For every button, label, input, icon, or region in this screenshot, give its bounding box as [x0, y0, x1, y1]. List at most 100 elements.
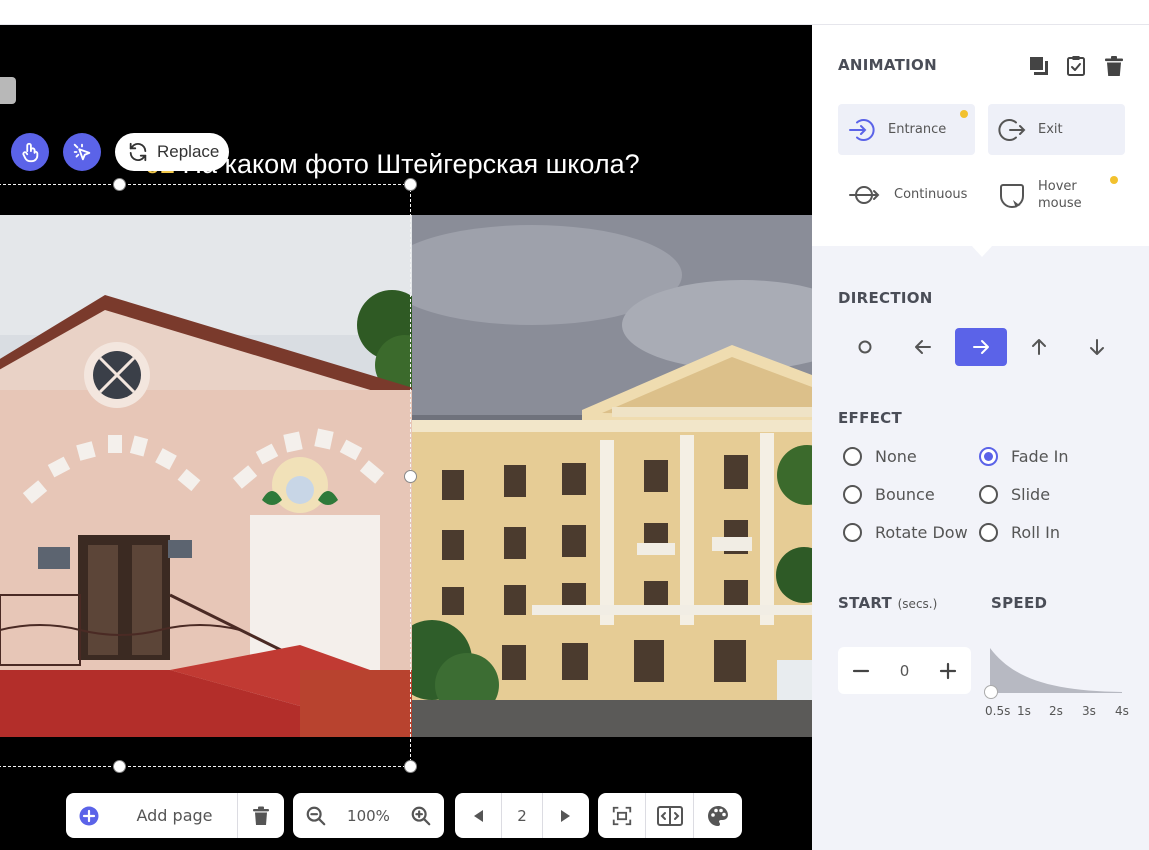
start-value[interactable]: 0 [900, 662, 910, 680]
question-text: На каком фото Штейгерская школа? [175, 149, 640, 179]
entrance-icon [849, 118, 875, 141]
photo-right-technical-school[interactable] [412, 215, 812, 737]
zoom-out-icon [306, 806, 326, 825]
zoom-in-icon [411, 806, 431, 825]
next-page-button[interactable] [543, 793, 589, 838]
animation-type-entrance[interactable]: Entrance [838, 104, 975, 155]
add-page-button[interactable] [66, 793, 112, 838]
clipboard-check-icon[interactable] [1065, 55, 1087, 77]
animation-heading: ANIMATION [838, 56, 937, 74]
resize-handle-right[interactable] [404, 470, 417, 483]
speed-tick: 0.5s [985, 704, 1011, 718]
pointer-interaction-button[interactable] [63, 133, 101, 171]
minus-icon[interactable] [852, 662, 870, 680]
effect-label: None [875, 447, 917, 466]
effect-label: Roll In [1011, 523, 1061, 542]
entrance-active-badge [960, 110, 968, 118]
plus-icon[interactable] [939, 662, 957, 680]
replace-label: Replace [157, 142, 220, 161]
triangle-left-icon [474, 809, 483, 822]
zoom-in-button[interactable] [398, 793, 444, 838]
effect-label: Bounce [875, 485, 935, 504]
arrow-right-icon [973, 340, 989, 354]
effect-option-bounce[interactable]: Bounce [843, 485, 935, 504]
speed-tick: 3s [1082, 704, 1096, 718]
fit-screen-icon [612, 806, 631, 825]
plus-circle-icon [79, 806, 99, 825]
resize-handle-top-right[interactable] [404, 178, 417, 191]
resize-handle-bottom[interactable] [113, 760, 126, 773]
zoom-level[interactable]: 100% [339, 793, 398, 838]
slide-canvas[interactable]: 02 На каком фото Штейгерская школа? [0, 25, 812, 850]
fit-screen-button[interactable] [598, 793, 645, 838]
delete-page-button[interactable] [238, 793, 284, 838]
radio-slide[interactable] [979, 485, 998, 504]
direction-up-button[interactable] [1013, 328, 1065, 366]
touch-interaction-button[interactable] [11, 133, 49, 171]
speed-tick: 1s [1017, 704, 1031, 718]
arrow-down-icon [1090, 339, 1104, 355]
animation-type-continuous[interactable]: Continuous [838, 169, 975, 220]
zoom-toolbar: 100% [293, 793, 444, 838]
start-heading: START (secs.) [838, 594, 937, 612]
hover-mouse-badge [1110, 176, 1118, 184]
prev-page-button[interactable] [455, 793, 501, 838]
animation-type-exit[interactable]: Exit [988, 104, 1125, 155]
resize-handle-top[interactable] [113, 178, 126, 191]
continuous-icon [849, 185, 880, 204]
direction-heading: DIRECTION [838, 289, 933, 307]
code-view-button[interactable] [646, 793, 693, 838]
effect-option-rotate-down[interactable]: Rotate Down [843, 523, 969, 542]
element-tab[interactable] [0, 77, 16, 104]
view-toolbar [598, 793, 742, 838]
direction-down-button[interactable] [1071, 328, 1123, 366]
resize-handle-bottom-right[interactable] [404, 760, 417, 773]
circle-icon [858, 340, 872, 354]
radio-roll-in[interactable] [979, 523, 998, 542]
speed-slider[interactable] [984, 645, 1134, 745]
radio-rotate-down[interactable] [843, 523, 862, 542]
effect-label: Rotate Down [875, 523, 969, 542]
speed-tick: 2s [1049, 704, 1063, 718]
exit-label: Exit [1038, 122, 1063, 137]
add-page-label: Add page [136, 806, 213, 825]
effect-option-slide[interactable]: Slide [979, 485, 1050, 504]
cursor-click-icon [73, 143, 91, 161]
speed-tick: 4s [1115, 704, 1129, 718]
duplicate-icon[interactable] [1028, 55, 1050, 77]
trash-icon[interactable] [1103, 55, 1125, 77]
replace-image-button[interactable]: Replace [115, 133, 229, 171]
panel-notch [970, 244, 994, 257]
start-label: START [838, 594, 893, 612]
effect-label: Slide [1011, 485, 1051, 504]
direction-left-button[interactable] [897, 328, 949, 366]
start-unit: (secs.) [897, 597, 938, 611]
current-page-number[interactable]: 2 [502, 793, 542, 838]
photo-left-museum[interactable] [0, 215, 412, 737]
animation-panel: ANIMATION Entrance Exit Continuous Hover… [812, 25, 1149, 850]
refresh-icon [129, 142, 147, 162]
radio-none[interactable] [843, 447, 862, 466]
hand-tap-icon [22, 142, 39, 163]
speed-slider-thumb[interactable] [984, 685, 998, 699]
zoom-out-button[interactable] [293, 793, 339, 838]
effect-option-roll-in[interactable]: Roll In [979, 523, 1060, 542]
effect-option-none[interactable]: None [843, 447, 917, 466]
triangle-right-icon [561, 809, 570, 822]
add-page-label-button[interactable]: Add page [112, 793, 237, 838]
theme-palette-button[interactable] [694, 793, 742, 838]
trash-icon [253, 806, 269, 825]
direction-right-button[interactable] [955, 328, 1007, 366]
entrance-label: Entrance [888, 122, 947, 137]
effect-heading: EFFECT [838, 409, 903, 427]
arrow-left-icon [915, 340, 931, 354]
direction-none-button[interactable] [839, 328, 891, 366]
page-toolbar: Add page [66, 793, 284, 838]
animation-type-hover-mouse[interactable]: Hover mouse [988, 169, 1128, 220]
effect-option-fade-in[interactable]: Fade In [979, 447, 1068, 466]
exit-icon [998, 118, 1026, 141]
pagination-toolbar: 2 [455, 793, 589, 838]
radio-bounce[interactable] [843, 485, 862, 504]
radio-fade-in[interactable] [979, 447, 998, 466]
hover-mouse-label: Hover mouse [1038, 178, 1082, 211]
